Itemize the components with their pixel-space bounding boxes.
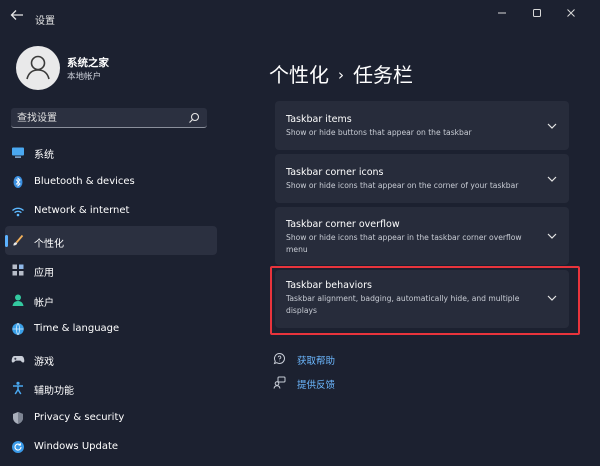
card-taskbar-corner-overflow[interactable]: Taskbar corner overflow Show or hide ico… — [275, 207, 569, 265]
sidebar-item-personalization[interactable]: 个性化 — [5, 225, 217, 255]
search-icon[interactable] — [188, 112, 200, 124]
user-avatar-icon — [26, 55, 50, 80]
breadcrumb: 个性化 › 任务栏 — [269, 59, 413, 88]
globe-clock-icon — [12, 322, 24, 336]
get-help-link[interactable]: 获取帮助 — [297, 353, 335, 367]
sidebar-item-label: 游戏 — [34, 356, 54, 368]
sidebar-item-label: 帐户 — [34, 297, 54, 309]
card-title: Taskbar items — [286, 114, 352, 125]
back-button[interactable] — [8, 9, 26, 25]
search-box[interactable] — [11, 108, 207, 128]
page-title: 任务栏 — [353, 63, 413, 87]
shield-icon — [13, 411, 23, 424]
card-title: Taskbar corner overflow — [286, 219, 400, 230]
gamepad-icon — [11, 355, 25, 363]
brush-icon — [13, 234, 24, 245]
sidebar-item-label: Privacy & security — [34, 411, 125, 423]
breadcrumb-separator: › — [338, 66, 344, 84]
sidebar-item-accessibility[interactable]: 辅助功能 — [5, 373, 217, 403]
accessibility-icon — [13, 381, 23, 395]
sidebar-item-windows-update[interactable]: Windows Update — [5, 432, 217, 462]
close-icon — [567, 9, 575, 17]
maximize-button[interactable] — [524, 6, 550, 24]
system-display-icon — [12, 147, 24, 158]
account-type: 本地帐户 — [67, 72, 102, 82]
sidebar-item-label: 辅助功能 — [34, 386, 74, 397]
app-title: 设置 — [35, 16, 55, 27]
update-icon — [12, 441, 24, 453]
maximize-icon — [533, 9, 541, 17]
highlight-box — [270, 266, 580, 335]
sidebar-item-accounts[interactable]: 帐户 — [5, 285, 217, 315]
give-feedback-link[interactable]: 提供反馈 — [297, 377, 335, 391]
sidebar-item-apps[interactable]: 应用 — [5, 255, 217, 285]
close-button[interactable] — [558, 6, 584, 24]
card-taskbar-corner-icons[interactable]: Taskbar corner icons Show or hide icons … — [275, 154, 569, 203]
minimize-icon — [498, 12, 506, 14]
chevron-down-icon[interactable] — [547, 176, 557, 182]
sidebar-nav: 系统 Bluetooth & devices Network & interne… — [0, 137, 222, 462]
minimize-button[interactable] — [489, 6, 515, 24]
breadcrumb-parent[interactable]: 个性化 — [269, 63, 329, 87]
sidebar-item-label: Windows Update — [34, 441, 119, 452]
apps-icon — [12, 264, 24, 276]
card-description: Show or hide icons that appear on the co… — [286, 181, 519, 190]
chevron-down-icon[interactable] — [547, 233, 557, 239]
search-input[interactable] — [17, 110, 177, 126]
help-icon — [273, 352, 285, 365]
card-title: Taskbar corner icons — [286, 167, 384, 178]
back-arrow-icon — [10, 10, 23, 20]
account-icon — [12, 294, 24, 306]
sidebar-item-label: 个性化 — [34, 238, 64, 250]
chevron-down-icon[interactable] — [547, 123, 557, 129]
card-description: Show or hide icons that appear in the ta… — [286, 233, 522, 254]
sidebar-item-label: Network & internet — [34, 205, 130, 216]
avatar[interactable] — [16, 46, 60, 90]
wifi-icon — [12, 207, 24, 217]
user-name: 系统之家 — [67, 57, 109, 69]
sidebar-item-privacy-security[interactable]: Privacy & security — [5, 403, 217, 433]
sidebar-item-label: Time & language — [34, 323, 120, 334]
sidebar-item-label: 系统 — [34, 150, 54, 161]
feedback-icon — [273, 376, 286, 389]
sidebar-item-network[interactable]: Network & internet — [5, 196, 217, 226]
sidebar-item-label: 应用 — [34, 268, 54, 279]
sidebar-item-label: Bluetooth & devices — [34, 175, 135, 187]
card-description: Show or hide buttons that appear on the … — [286, 128, 472, 137]
sidebar-item-bluetooth[interactable]: Bluetooth & devices — [5, 167, 217, 197]
sidebar-item-time-language[interactable]: Time & language — [5, 314, 217, 344]
sidebar-item-gaming[interactable]: 游戏 — [5, 344, 217, 374]
card-taskbar-items[interactable]: Taskbar items Show or hide buttons that … — [275, 101, 569, 150]
sidebar-item-system[interactable]: 系统 — [5, 137, 217, 167]
bluetooth-icon — [13, 175, 23, 188]
title-bar: 设置 — [0, 0, 600, 34]
